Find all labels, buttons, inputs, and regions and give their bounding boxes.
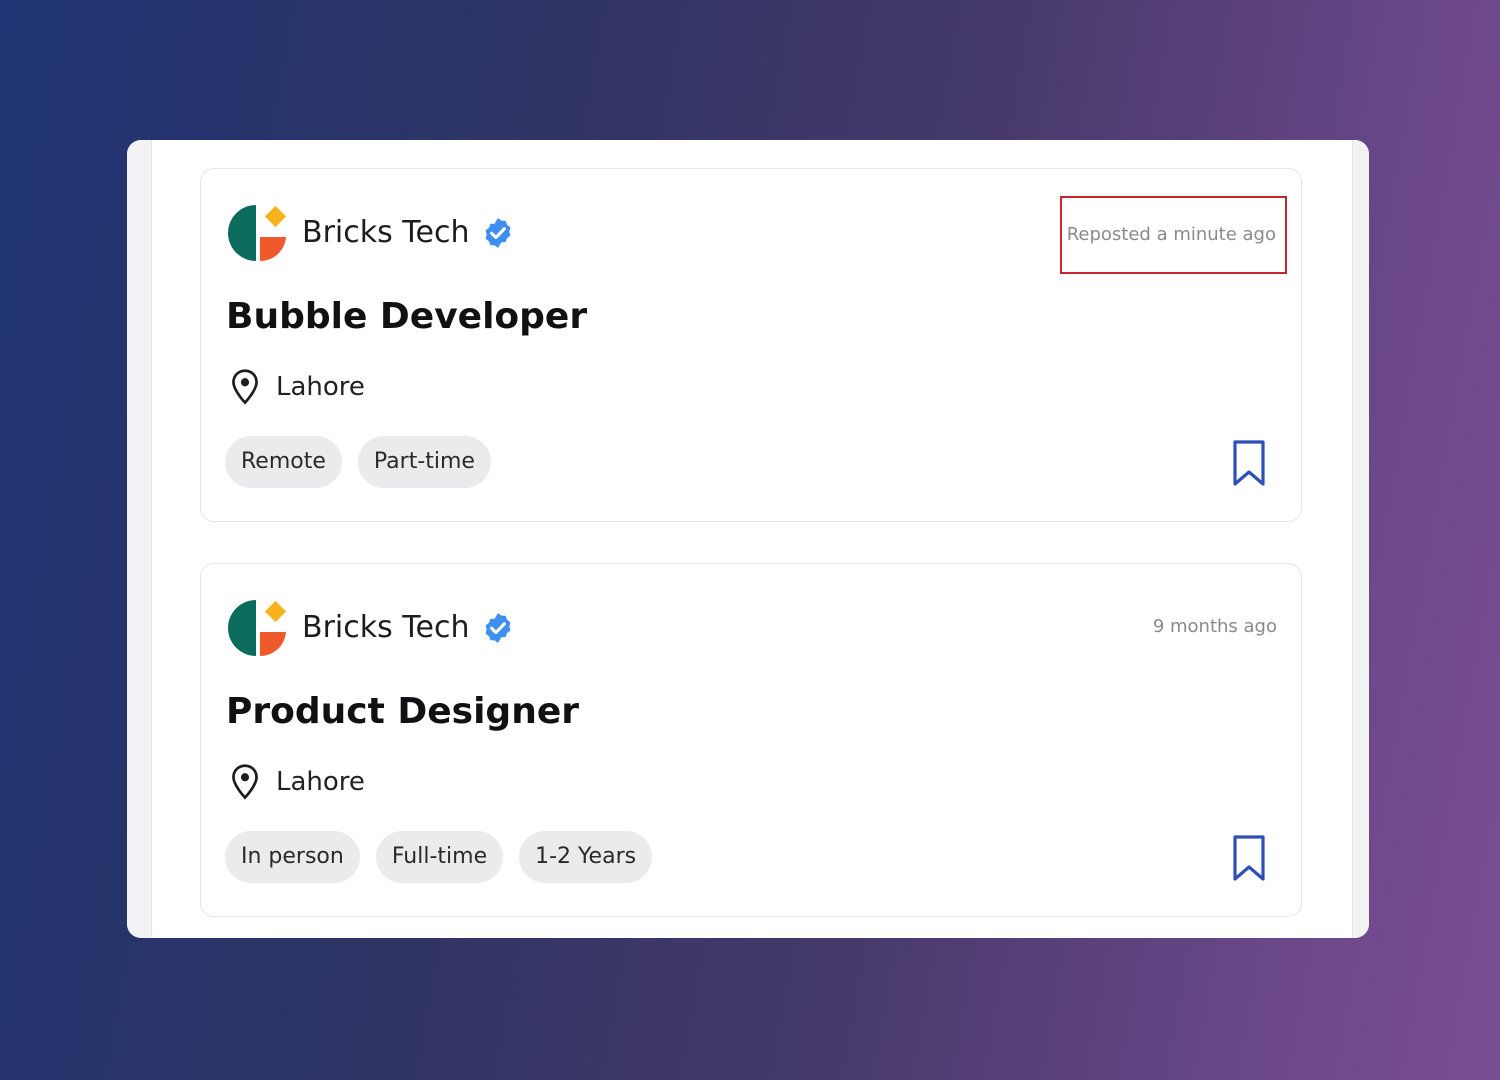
job-card[interactable]: Bricks Tech Reposted a minute ago Bubble… xyxy=(200,168,1302,522)
job-tags: Remote Part-time xyxy=(225,436,491,488)
posted-time: 9 months ago xyxy=(1152,616,1277,637)
job-list-panel: Bricks Tech Reposted a minute ago Bubble… xyxy=(127,140,1369,938)
left-rail xyxy=(127,140,152,938)
job-location: Lahore xyxy=(228,368,365,406)
job-title[interactable]: Product Designer xyxy=(226,689,579,735)
company-name-label[interactable]: Bricks Tech xyxy=(302,608,469,648)
location-label: Lahore xyxy=(276,767,365,797)
verified-badge-icon xyxy=(486,218,511,248)
tag-chip: Full-time xyxy=(375,831,504,883)
job-card[interactable]: Bricks Tech 9 months ago Product Designe… xyxy=(200,563,1302,917)
tag-chip: Remote xyxy=(225,436,342,488)
bookmark-icon[interactable] xyxy=(1231,834,1267,882)
scrollbar-track[interactable] xyxy=(1352,140,1369,938)
bookmark-icon[interactable] xyxy=(1231,439,1267,487)
company-name[interactable]: Bricks Tech xyxy=(302,608,515,648)
company-name[interactable]: Bricks Tech xyxy=(302,213,515,253)
company-logo-icon xyxy=(228,205,287,262)
posted-time: Reposted a minute ago xyxy=(1059,196,1287,274)
job-title[interactable]: Bubble Developer xyxy=(226,294,587,340)
tag-chip: Part-time xyxy=(357,436,491,488)
job-location: Lahore xyxy=(228,763,365,801)
tag-chip: 1-2 Years xyxy=(519,831,653,883)
tag-chip: In person xyxy=(225,831,360,883)
job-tags: In person Full-time 1-2 Years xyxy=(225,831,653,883)
company-name-label[interactable]: Bricks Tech xyxy=(302,213,469,253)
map-pin-icon xyxy=(232,369,258,405)
map-pin-icon xyxy=(232,764,258,800)
company-logo-icon xyxy=(228,600,287,657)
verified-badge-icon xyxy=(486,613,511,643)
location-label: Lahore xyxy=(276,372,365,402)
